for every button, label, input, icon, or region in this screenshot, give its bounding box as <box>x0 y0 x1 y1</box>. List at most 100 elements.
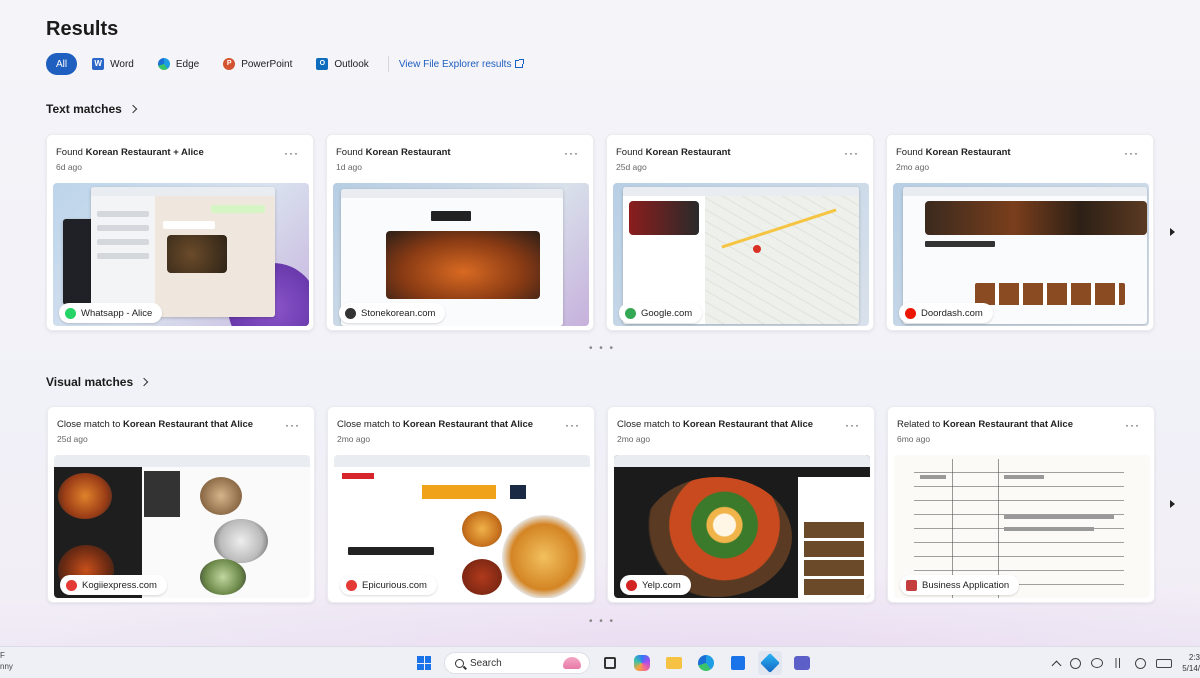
card-heading: Close match to Korean Restaurant that Al… <box>617 419 814 430</box>
more-options-icon[interactable]: ··· <box>285 419 300 431</box>
card-age: 1d ago <box>336 162 362 172</box>
store-icon <box>731 656 745 670</box>
source-pill[interactable]: Kogiiexpress.com <box>60 575 167 595</box>
card-age: 2mo ago <box>337 434 371 444</box>
source-pill[interactable]: Stonekorean.com <box>339 303 446 323</box>
file-explorer-link-label: View File Explorer results <box>398 58 512 70</box>
source-pill[interactable]: Doordash.com <box>899 303 993 323</box>
word-icon <box>92 58 105 70</box>
source-label: Doordash.com <box>921 307 983 319</box>
card-heading: Found Korean Restaurant <box>616 147 731 158</box>
yelp-icon <box>626 579 637 591</box>
volume-icon[interactable] <box>1135 657 1147 669</box>
source-label: Yelp.com <box>642 579 681 591</box>
source-label: Whatsapp - Alice <box>81 307 153 319</box>
card-age: 25d ago <box>57 434 88 444</box>
external-link-icon <box>515 59 525 68</box>
visual-matches-title: Visual matches <box>46 375 134 389</box>
result-card[interactable]: Found Korean Restaurant 1d ago ··· Stone… <box>326 134 594 331</box>
card-age: 2mo ago <box>617 434 651 444</box>
more-options-icon[interactable]: ··· <box>1125 419 1140 431</box>
source-label: Stonekorean.com <box>361 307 436 319</box>
result-card[interactable]: Found Korean Restaurant 2mo ago ··· Door… <box>886 134 1154 331</box>
more-options-icon[interactable]: ··· <box>844 147 859 159</box>
filter-divider <box>387 56 389 72</box>
filter-edge-chip[interactable]: Edge <box>149 53 208 75</box>
search-highlight-icon <box>563 657 581 669</box>
more-options-icon[interactable]: ··· <box>1124 147 1139 159</box>
text-matches-title: Text matches <box>46 102 122 116</box>
battery-icon[interactable] <box>1156 658 1173 668</box>
result-card[interactable]: Close match to Korean Restaurant that Al… <box>327 406 595 603</box>
kogiiexpress-icon <box>66 579 77 591</box>
weather-widget[interactable]: F nny <box>0 650 13 672</box>
edge-button[interactable] <box>694 651 718 675</box>
chevron-right-icon <box>139 377 149 387</box>
taskbar-search[interactable]: Search <box>444 652 590 674</box>
file-explorer-button[interactable] <box>662 651 686 675</box>
copilot-icon <box>634 655 650 671</box>
taskbar-apps: Search <box>412 651 814 675</box>
result-card[interactable]: Found Korean Restaurant 25d ago ··· Goog… <box>606 134 874 331</box>
teams-button[interactable] <box>790 651 814 675</box>
copilot-button[interactable] <box>630 651 654 675</box>
edge-icon <box>698 655 714 671</box>
windows-icon <box>417 656 431 670</box>
start-button[interactable] <box>412 651 436 675</box>
result-card[interactable]: Close match to Korean Restaurant that Al… <box>607 406 875 603</box>
result-card[interactable]: Related to Korean Restaurant that Alice … <box>887 406 1155 603</box>
result-card[interactable]: Found Korean Restaurant + Alice 6d ago ·… <box>46 134 314 331</box>
card-heading: Close match to Korean Restaurant that Al… <box>57 419 254 430</box>
more-options-icon[interactable]: ··· <box>564 147 579 159</box>
card-age: 2mo ago <box>896 162 930 172</box>
card-age: 25d ago <box>616 162 647 172</box>
recall-icon <box>760 653 780 673</box>
epicurious-icon <box>346 579 357 591</box>
taskbar: F nny Search 2:3 5/14/ <box>0 646 1200 678</box>
copilot-tray-icon[interactable] <box>1070 657 1082 669</box>
source-label: Kogiiexpress.com <box>82 579 157 591</box>
source-pill[interactable]: Yelp.com <box>620 575 691 595</box>
more-options-icon[interactable]: ··· <box>845 419 860 431</box>
outlook-icon <box>316 58 329 70</box>
card-age: 6d ago <box>56 162 82 172</box>
pager-dots[interactable]: • • • <box>589 343 615 354</box>
chevron-right-icon <box>128 104 138 114</box>
card-heading: Found Korean Restaurant <box>336 147 451 158</box>
filter-edge-label: Edge <box>175 58 200 70</box>
filter-word-chip[interactable]: Word <box>83 53 143 75</box>
search-label: Search <box>470 657 502 669</box>
source-pill[interactable]: Business Application <box>900 575 1020 595</box>
text-matches-header[interactable]: Text matches <box>46 102 138 116</box>
source-pill[interactable]: Google.com <box>619 303 703 323</box>
more-options-icon[interactable]: ··· <box>565 419 580 431</box>
card-heading: Found Korean Restaurant + Alice <box>56 147 204 158</box>
filter-powerpoint-chip[interactable]: PowerPoint <box>214 53 301 75</box>
visual-matches-header[interactable]: Visual matches <box>46 375 149 389</box>
next-arrow-text-matches[interactable] <box>1166 222 1178 242</box>
search-icon <box>455 658 464 668</box>
wifi-icon[interactable] <box>1113 658 1126 668</box>
text-matches-cards: Found Korean Restaurant + Alice 6d ago ·… <box>46 134 1154 331</box>
chevron-up-icon[interactable] <box>1051 660 1062 670</box>
recall-button[interactable] <box>758 651 782 675</box>
file-explorer-link[interactable]: View File Explorer results <box>398 58 525 70</box>
clock[interactable]: 2:3 5/14/ <box>1182 652 1200 674</box>
filter-outlook-chip[interactable]: Outlook <box>307 53 377 75</box>
source-pill[interactable]: Whatsapp - Alice <box>59 303 163 323</box>
source-label: Epicurious.com <box>362 579 427 591</box>
next-arrow-visual-matches[interactable] <box>1166 494 1178 514</box>
network-icon[interactable] <box>1091 658 1104 668</box>
source-pill[interactable]: Epicurious.com <box>340 575 437 595</box>
folder-icon <box>666 657 682 669</box>
store-button[interactable] <box>726 651 750 675</box>
edge-icon <box>157 58 170 70</box>
task-view-button[interactable] <box>598 651 622 675</box>
card-heading: Related to Korean Restaurant that Alice <box>897 419 1073 430</box>
more-options-icon[interactable]: ··· <box>284 147 299 159</box>
filter-all-chip[interactable]: All <box>46 53 78 75</box>
source-label: Business Application <box>922 579 1010 591</box>
card-heading: Close match to Korean Restaurant that Al… <box>337 419 534 430</box>
pager-dots[interactable]: • • • <box>589 616 615 627</box>
result-card[interactable]: Close match to Korean Restaurant that Al… <box>47 406 315 603</box>
